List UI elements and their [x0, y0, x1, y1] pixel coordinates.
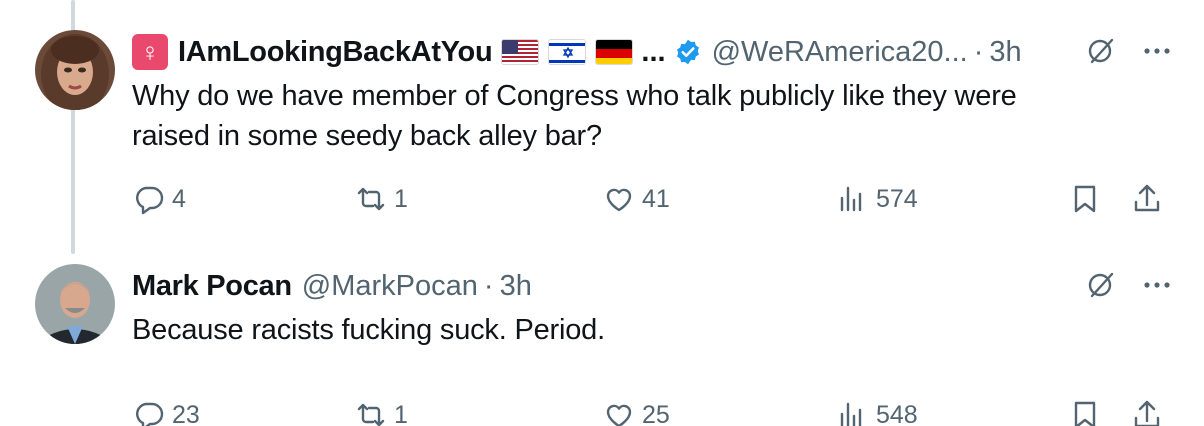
- tweet-content: Mark Pocan @MarkPocan · 3h Because racis…: [132, 264, 1174, 426]
- reply-icon: [136, 402, 164, 426]
- reply-thread: ♀ IAmLookingBackAtYou ... @WeRAmerica20.…: [0, 0, 1204, 426]
- share-button[interactable]: [1130, 182, 1164, 216]
- heart-icon: [606, 188, 632, 212]
- retweet-icon: [357, 187, 385, 211]
- grok-icon[interactable]: [1084, 34, 1118, 68]
- us-flag-icon: [501, 39, 540, 65]
- retweet-button[interactable]: 1: [354, 398, 408, 426]
- more-icon[interactable]: [1140, 34, 1174, 68]
- views-chart-icon: [840, 402, 862, 426]
- tweet-header: ♀ IAmLookingBackAtYou ... @WeRAmerica20.…: [132, 30, 1174, 74]
- verified-badge-icon[interactable]: [674, 38, 702, 66]
- bookmark-button[interactable]: [1068, 182, 1102, 216]
- tweet-header: Mark Pocan @MarkPocan · 3h: [132, 264, 1174, 308]
- timestamp[interactable]: 3h: [989, 36, 1021, 69]
- like-count: 25: [642, 400, 670, 426]
- tweet-header-actions: [1084, 34, 1174, 68]
- retweet-icon: [357, 403, 385, 426]
- reply-button[interactable]: 23: [132, 398, 200, 426]
- tweet[interactable]: ♀ IAmLookingBackAtYou ... @WeRAmerica20.…: [0, 0, 1204, 240]
- female-sign-icon: ♀: [132, 34, 168, 70]
- display-name[interactable]: IAmLookingBackAtYou: [178, 36, 493, 69]
- display-name[interactable]: Mark Pocan: [132, 270, 292, 303]
- bookmark-button[interactable]: [1068, 398, 1102, 426]
- tweet-text: Because racists fucking suck. Period.: [132, 314, 605, 346]
- israel-flag-icon: [548, 39, 587, 65]
- more-icon[interactable]: [1140, 268, 1174, 302]
- tweet-actions: 4 1 41 574: [132, 182, 1174, 222]
- heart-icon: [606, 404, 632, 426]
- tweet[interactable]: Mark Pocan @MarkPocan · 3h Because racis…: [0, 240, 1204, 426]
- tweet-text: Why do we have member of Congress who ta…: [132, 80, 1017, 152]
- share-icon: [1134, 400, 1160, 426]
- views-count: 574: [876, 184, 918, 213]
- reply-icon: [136, 186, 164, 215]
- avatar[interactable]: [35, 264, 115, 344]
- tweet-header-actions: [1084, 268, 1174, 302]
- share-icon: [1134, 184, 1160, 212]
- bookmark-icon: [1074, 401, 1096, 426]
- reply-button[interactable]: 4: [132, 182, 186, 216]
- views-button[interactable]: 548: [836, 398, 918, 426]
- timestamp[interactable]: 3h: [500, 270, 532, 303]
- tweet-actions: 23 1 25 548: [132, 398, 1174, 426]
- avatar[interactable]: [35, 30, 115, 110]
- retweet-count: 1: [394, 400, 408, 426]
- retweet-button[interactable]: 1: [354, 182, 408, 216]
- separator-dot: ·: [483, 269, 494, 302]
- views-button[interactable]: 574: [836, 182, 918, 216]
- germany-flag-icon: [595, 39, 634, 65]
- tweet-content: ♀ IAmLookingBackAtYou ... @WeRAmerica20.…: [132, 30, 1174, 215]
- share-button[interactable]: [1130, 398, 1164, 426]
- name-overflow: ...: [641, 35, 666, 68]
- handle[interactable]: @WeRAmerica20...: [712, 36, 968, 69]
- bookmark-icon: [1074, 185, 1096, 213]
- like-button[interactable]: 25: [602, 398, 670, 426]
- reply-count: 4: [172, 184, 186, 213]
- separator-dot: ·: [973, 35, 984, 68]
- like-count: 41: [642, 184, 670, 213]
- reply-count: 23: [172, 400, 200, 426]
- avatar-image: [35, 30, 115, 110]
- views-chart-icon: [840, 186, 862, 212]
- retweet-count: 1: [394, 184, 408, 213]
- like-button[interactable]: 41: [602, 182, 670, 216]
- views-count: 548: [876, 400, 918, 426]
- handle[interactable]: @MarkPocan: [302, 270, 478, 303]
- grok-icon[interactable]: [1084, 268, 1118, 302]
- avatar-image: [35, 264, 115, 344]
